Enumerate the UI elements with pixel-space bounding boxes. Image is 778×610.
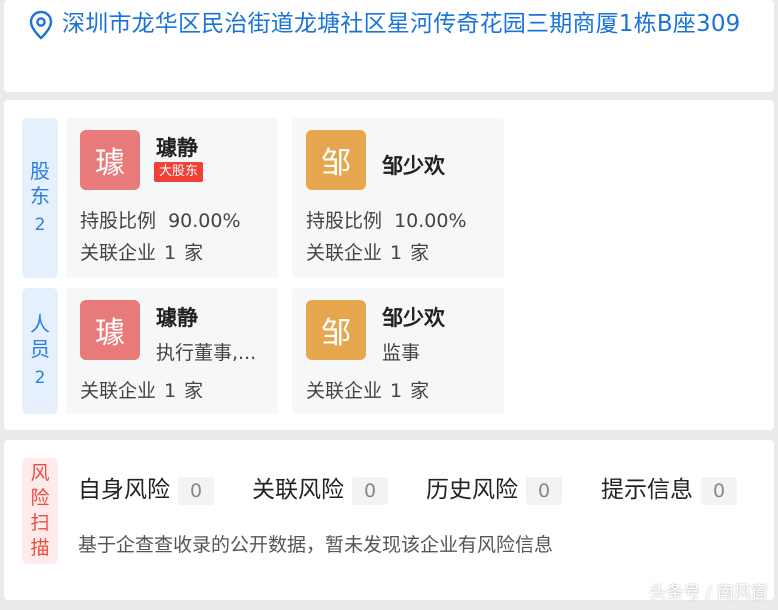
related-label: 关联企业	[306, 242, 383, 264]
risk-item-label: 关联风险	[252, 477, 344, 503]
shareholders-count: 2	[34, 214, 46, 235]
risk-item-count: 0	[701, 477, 737, 505]
shareholder-name[interactable]: 邹少欢	[382, 150, 445, 180]
risk-item-label: 历史风险	[426, 477, 518, 503]
related-line: 关联企业 1 家	[306, 376, 429, 403]
related-line: 关联企业 1 家	[306, 238, 429, 265]
risk-scan-tab[interactable]: 风 险 扫 描	[22, 458, 58, 564]
stake-label: 持股比例	[80, 210, 157, 232]
avatar: 璩	[80, 300, 140, 360]
stake-line: 持股比例 90.00%	[80, 206, 241, 233]
risk-item-count: 0	[352, 477, 388, 505]
shareholder-card[interactable]: 璩 璩静 大股东 持股比例 90.00% 关联企业 1 家	[66, 118, 278, 278]
address-card: 深圳市龙华区民治街道龙塘社区星河传奇花园三期商厦1栋B座309	[4, 0, 774, 92]
avatar: 璩	[80, 130, 140, 190]
related-unit: 家	[184, 380, 204, 402]
shareholder-name[interactable]: 璩静	[156, 132, 198, 162]
personnel-card[interactable]: 邹 邹少欢 监事 关联企业 1 家	[292, 288, 504, 414]
location-pin-icon	[29, 10, 53, 40]
stake-label: 持股比例	[306, 210, 383, 232]
people-card: 股 东 2 璩 璩静 大股东 持股比例 90.00% 关联企业 1 家 邹 邹少欢 …	[4, 100, 774, 430]
related-unit: 家	[184, 242, 204, 264]
related-label: 关联企业	[306, 380, 383, 402]
stake-line: 持股比例 10.00%	[306, 206, 467, 233]
related-line: 关联企业 1 家	[80, 238, 203, 265]
risk-item-count: 0	[526, 477, 562, 505]
stake-value: 10.00%	[394, 210, 467, 232]
related-label: 关联企业	[80, 380, 157, 402]
personnel-label-char: 员	[30, 336, 50, 361]
address-link[interactable]: 深圳市龙华区民治街道龙塘社区星河传奇花园三期商厦1栋B座309	[62, 8, 752, 40]
related-count[interactable]: 1	[390, 242, 402, 264]
watermark: 头条号 / 南风窗	[649, 583, 768, 603]
risk-label-char: 风	[30, 462, 50, 484]
related-count[interactable]: 1	[164, 380, 176, 402]
risk-label-char: 险	[30, 487, 50, 509]
related-label: 关联企业	[80, 242, 157, 264]
risk-scan-card: 风 险 扫 描 自身风险 0 关联风险 0 历史风险 0 提示信息 0 基于企查查收录的…	[4, 440, 774, 600]
personnel-name[interactable]: 邹少欢	[382, 302, 445, 332]
avatar: 邹	[306, 300, 366, 360]
personnel-card[interactable]: 璩 璩静 执行董事,... 关联企业 1 家	[66, 288, 278, 414]
risk-item-label: 自身风险	[78, 477, 170, 503]
risk-label-char: 扫	[30, 512, 50, 534]
personnel-name[interactable]: 璩静	[156, 302, 198, 332]
risk-item-history[interactable]: 历史风险 0	[426, 470, 562, 505]
related-unit: 家	[410, 242, 430, 264]
risk-item-notice[interactable]: 提示信息 0	[601, 470, 737, 505]
risk-item-self[interactable]: 自身风险 0	[78, 470, 214, 505]
personnel-role: 执行董事,...	[156, 342, 257, 364]
personnel-role: 监事	[382, 342, 421, 364]
personnel-label-char: 人	[30, 311, 50, 336]
related-unit: 家	[410, 380, 430, 402]
shareholders-label-char: 股	[30, 158, 50, 183]
personnel-count: 2	[34, 367, 46, 388]
related-count[interactable]: 1	[390, 380, 402, 402]
major-shareholder-badge: 大股东	[154, 162, 204, 182]
shareholders-tab[interactable]: 股 东 2	[22, 118, 58, 278]
risk-item-count: 0	[178, 477, 214, 505]
shareholders-label-char: 东	[30, 183, 50, 208]
related-count[interactable]: 1	[164, 242, 176, 264]
risk-note: 基于企查查收录的公开数据，暂未发现该企业有风险信息	[78, 534, 554, 556]
related-line: 关联企业 1 家	[80, 376, 203, 403]
risk-item-related[interactable]: 关联风险 0	[252, 470, 388, 505]
personnel-tab[interactable]: 人 员 2	[22, 288, 58, 414]
shareholder-card[interactable]: 邹 邹少欢 持股比例 10.00% 关联企业 1 家	[292, 118, 504, 278]
avatar: 邹	[306, 130, 366, 190]
risk-item-label: 提示信息	[601, 477, 693, 503]
stake-value: 90.00%	[168, 210, 241, 232]
risk-label-char: 描	[30, 537, 50, 559]
